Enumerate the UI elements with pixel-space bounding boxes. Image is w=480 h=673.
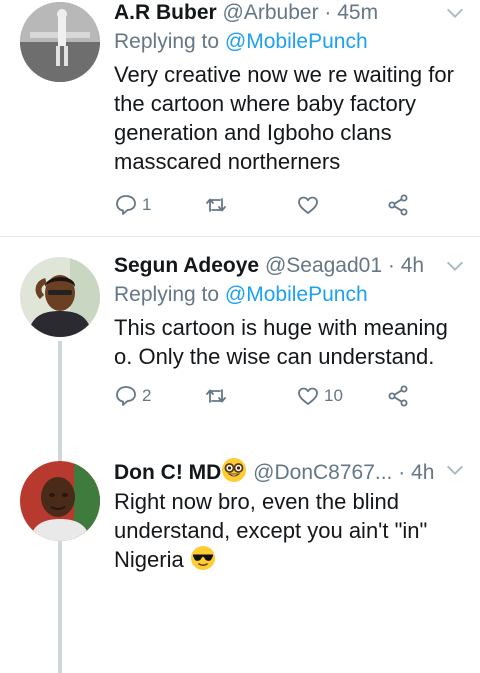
reply-button[interactable]: 2 bbox=[114, 381, 151, 411]
tweet-header: A.R Buber @Arbuber · 45m bbox=[114, 0, 468, 26]
retweet-icon bbox=[206, 389, 226, 403]
tweet-2[interactable]: Segun Adeoye @Seagad01 · 4h Replying to … bbox=[0, 237, 480, 673]
chevron-down-icon[interactable] bbox=[444, 2, 466, 24]
avatar[interactable] bbox=[20, 461, 100, 541]
replying-to-label: Replying to bbox=[114, 283, 220, 306]
reply-count: 2 bbox=[142, 386, 152, 405]
tweet-text-content: Right now bro, even the blind understand… bbox=[114, 489, 428, 572]
reply-icon bbox=[116, 386, 136, 406]
tweet-text: Very creative now we re waiting for the … bbox=[114, 62, 454, 174]
replying-to: Replying to @MobilePunch bbox=[114, 28, 468, 56]
mention-link[interactable]: @MobilePunch bbox=[225, 30, 368, 53]
share-icon bbox=[388, 385, 408, 407]
avatar[interactable] bbox=[20, 257, 100, 337]
separator: · bbox=[324, 1, 332, 24]
avatar[interactable] bbox=[20, 2, 100, 82]
share-icon bbox=[388, 194, 408, 216]
like-button[interactable] bbox=[296, 190, 324, 220]
sunglasses-emoji bbox=[190, 546, 215, 570]
retweet-icon bbox=[206, 198, 226, 212]
separator: · bbox=[398, 461, 406, 483]
share-button[interactable] bbox=[386, 381, 410, 411]
action-bar: 2 10 bbox=[114, 381, 424, 411]
replying-to: Replying to @MobilePunch bbox=[114, 281, 468, 309]
tweet-header: Segun Adeoye @Seagad01 · 4h bbox=[114, 253, 468, 279]
mention-link[interactable]: @MobilePunch bbox=[225, 283, 368, 306]
reply-count: 1 bbox=[142, 195, 152, 214]
like-button[interactable]: 10 bbox=[296, 381, 343, 411]
replying-to-label: Replying to bbox=[114, 30, 220, 53]
tweet-text: This cartoon is huge with meaning o. Onl… bbox=[114, 315, 448, 369]
reply-icon bbox=[116, 195, 136, 215]
heart-icon bbox=[298, 196, 318, 214]
timestamp[interactable]: 4h bbox=[411, 461, 434, 483]
chevron-down-icon[interactable] bbox=[444, 255, 466, 277]
retweet-button[interactable] bbox=[204, 381, 232, 411]
like-count: 10 bbox=[324, 386, 343, 405]
share-button[interactable] bbox=[386, 190, 410, 220]
display-name[interactable]: Don C! MD bbox=[114, 461, 221, 483]
action-bar: 1 bbox=[114, 190, 424, 220]
retweet-button[interactable] bbox=[204, 190, 232, 220]
tweet-header: Don C! MD @DonC8767... · 4h bbox=[114, 457, 468, 483]
tweet-3[interactable]: Don C! MD @DonC8767... · 4h Right now br… bbox=[0, 447, 480, 572]
separator: · bbox=[387, 254, 395, 277]
chevron-down-icon[interactable] bbox=[444, 459, 466, 481]
user-handle[interactable]: @DonC8767... bbox=[253, 461, 392, 483]
tweet-text: Right now bro, even the blind understand… bbox=[114, 487, 468, 574]
user-handle[interactable]: @Seagad01 bbox=[265, 254, 382, 277]
display-name[interactable]: A.R Buber bbox=[114, 1, 217, 24]
reply-button[interactable]: 1 bbox=[114, 190, 151, 220]
user-handle[interactable]: @Arbuber bbox=[223, 1, 319, 24]
timestamp[interactable]: 4h bbox=[401, 254, 424, 277]
display-name[interactable]: Segun Adeoye bbox=[114, 254, 259, 277]
heart-icon bbox=[298, 387, 318, 405]
timestamp[interactable]: 45m bbox=[337, 1, 378, 24]
tweet-1[interactable]: A.R Buber @Arbuber · 45m Replying to @Mo… bbox=[0, 0, 480, 237]
nerd-face-emoji bbox=[222, 458, 247, 482]
